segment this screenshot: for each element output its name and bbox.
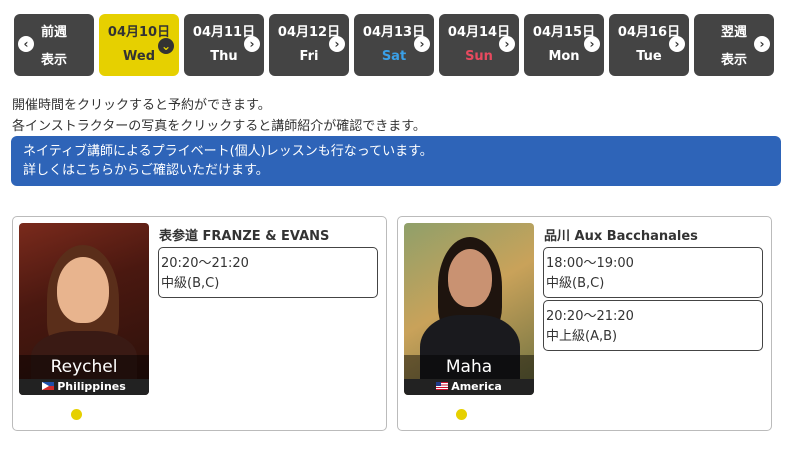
country-label: Philippines xyxy=(57,380,126,393)
slot-level: 中上級(A,B) xyxy=(546,329,618,344)
slot-time: 20:20～21:20 xyxy=(161,256,249,271)
instructor-country: Philippines xyxy=(19,379,149,395)
instructor-country: America xyxy=(404,379,534,395)
chevron-right-icon: › xyxy=(754,36,770,52)
time-slot-button[interactable]: 18:00～19:00 中級(B,C) xyxy=(543,247,763,298)
time-slot-button[interactable]: 20:20～21:20 中級(B,C) xyxy=(158,247,378,298)
info-reserve-text: 開催時間をクリックすると予約ができます。 xyxy=(12,98,271,113)
philippines-flag-icon xyxy=(42,382,55,390)
day-tab-0416[interactable]: 04月16日 Tue › xyxy=(609,14,689,76)
slot-time: 20:20～21:20 xyxy=(546,309,634,324)
day-tab-0412[interactable]: 04月12日 Fri › xyxy=(269,14,349,76)
prev-week-button[interactable]: ‹ 前週 表示 xyxy=(14,14,94,76)
banner-line-1: ネイティブ講師によるプライベート(個人)レッスンも行なっています。 xyxy=(23,144,433,159)
chevron-right-icon: › xyxy=(584,36,600,52)
chevron-down-icon: ⌄ xyxy=(158,38,174,54)
slot-level: 中級(B,C) xyxy=(546,276,605,291)
day-tab-0413[interactable]: 04月13日 Sat › xyxy=(354,14,434,76)
instructor-photo[interactable]: Reychel Philippines xyxy=(19,223,149,395)
next-week-button[interactable]: 翌週 表示 › xyxy=(694,14,774,76)
chevron-right-icon: › xyxy=(499,36,515,52)
venue-name: 表参道 FRANZE & EVANS xyxy=(159,229,330,244)
time-slot-button[interactable]: 20:20～21:20 中上級(A,B) xyxy=(543,300,763,351)
chevron-right-icon: › xyxy=(414,36,430,52)
lesson-card: Reychel Philippines 表参道 FRANZE & EVANS 2… xyxy=(12,216,387,431)
day-tab-0410[interactable]: 04月10日 Wed ⌄ xyxy=(99,14,179,76)
instructor-photo[interactable]: Maha America xyxy=(404,223,534,395)
indicator-dot xyxy=(456,409,467,420)
usa-flag-icon xyxy=(436,382,449,390)
prev-week-label-1: 前週 xyxy=(40,25,67,40)
info-profile-text: 各インストラクターの写真をクリックすると講師紹介が確認できます。 xyxy=(12,119,426,134)
chevron-right-icon: › xyxy=(669,36,685,52)
chevron-right-icon: › xyxy=(329,36,345,52)
slot-time: 18:00～19:00 xyxy=(546,256,634,271)
date-navigation: ‹ 前週 表示 04月10日 Wed ⌄ 04月11日 Thu › 04月12日… xyxy=(14,14,774,76)
day-tab-0415[interactable]: 04月15日 Mon › xyxy=(524,14,604,76)
lesson-card: Maha America 品川 Aux Bacchanales 18:00～19… xyxy=(397,216,772,431)
private-lesson-banner[interactable]: ネイティブ講師によるプライベート(個人)レッスンも行なっています。 詳しくはこち… xyxy=(11,136,781,186)
day-tab-0414[interactable]: 04月14日 Sun › xyxy=(439,14,519,76)
slot-level: 中級(B,C) xyxy=(161,276,220,291)
chevron-right-icon: › xyxy=(244,36,260,52)
day-tab-0411[interactable]: 04月11日 Thu › xyxy=(184,14,264,76)
photo-face xyxy=(57,257,109,323)
instructor-name: Reychel xyxy=(19,355,149,379)
banner-line-2: 詳しくはこちらからご確認いただけます。 xyxy=(23,163,269,178)
prev-week-label-2: 表示 xyxy=(40,53,67,68)
country-label: America xyxy=(451,380,502,393)
venue-name: 品川 Aux Bacchanales xyxy=(544,229,698,244)
indicator-dot xyxy=(71,409,82,420)
instructor-name: Maha xyxy=(404,355,534,379)
photo-face xyxy=(448,249,492,307)
